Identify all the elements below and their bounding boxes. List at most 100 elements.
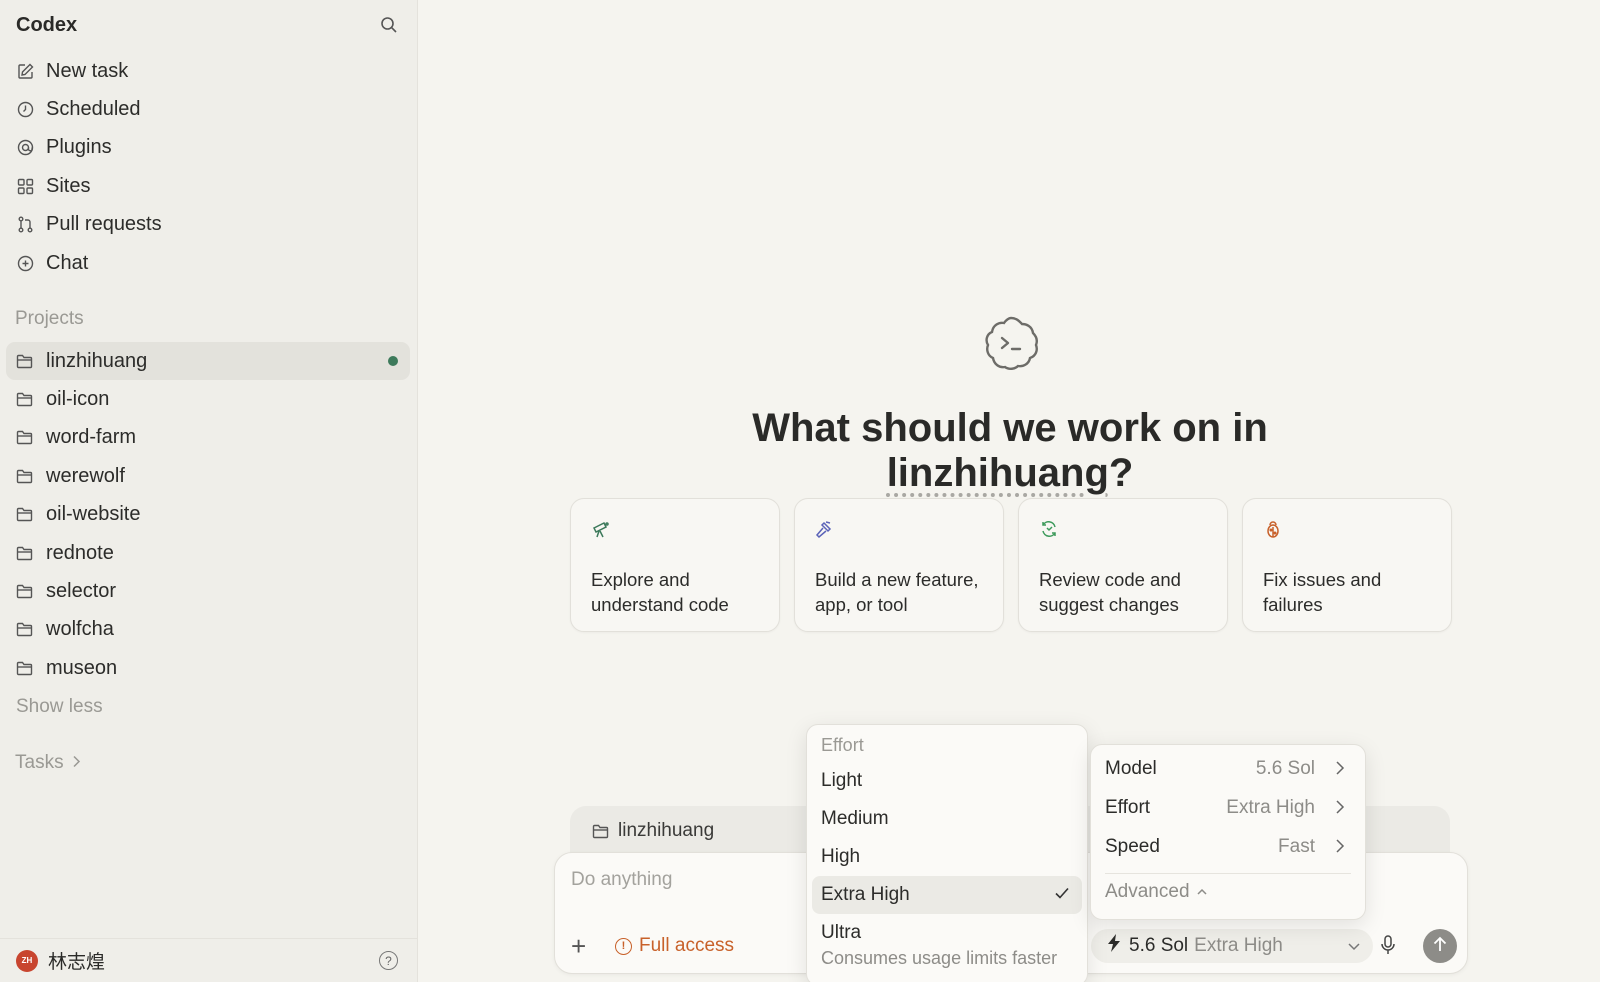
suggestion-card-build[interactable]: Build a new feature, app, or tool <box>794 498 1004 632</box>
model-settings-menu: Model 5.6 Sol Effort Extra High Speed Fa… <box>1090 744 1366 920</box>
username[interactable]: 林志煌 <box>48 947 105 974</box>
menu-divider <box>1105 873 1351 874</box>
row-value: Extra High <box>1226 797 1315 818</box>
row-value: Fast <box>1278 836 1315 857</box>
advanced-toggle[interactable]: Advanced <box>1105 881 1208 903</box>
clock-icon <box>16 101 34 119</box>
projects-list: linzhihuang oil-icon word-farm werewolf … <box>6 342 410 688</box>
effort-option-medium[interactable]: Medium <box>812 800 1082 838</box>
project-item[interactable]: selector <box>6 572 410 610</box>
prompt-input[interactable]: Do anything <box>571 869 672 891</box>
pull-request-icon <box>16 216 34 234</box>
chevron-right-icon <box>1335 760 1345 782</box>
headline-project-link[interactable]: linzhihuang <box>887 451 1109 495</box>
nav-scheduled[interactable]: Scheduled <box>8 90 410 128</box>
effort-option-high[interactable]: High <box>812 838 1082 876</box>
project-item[interactable]: linzhihuang <box>6 342 410 381</box>
effort-name: Extra High <box>1194 935 1283 956</box>
access-mode-button[interactable]: ! Full access <box>615 935 734 957</box>
option-label: Extra High <box>821 884 910 905</box>
card-label: Build a new feature, app, or tool <box>815 569 979 615</box>
folder-icon <box>16 506 34 524</box>
settings-row-speed[interactable]: Speed Fast <box>1105 832 1351 862</box>
project-label: oil-icon <box>46 388 110 411</box>
row-label: Model <box>1105 758 1157 779</box>
app-title: Codex <box>16 13 78 36</box>
project-item[interactable]: wolfcha <box>6 611 410 649</box>
tasks-label: Tasks <box>15 752 64 773</box>
at-icon <box>16 139 34 157</box>
effort-option-ultra[interactable]: Ultra Consumes usage limits faster <box>812 917 1082 973</box>
nav-label: New task <box>46 59 129 82</box>
nav-pull-requests[interactable]: Pull requests <box>8 206 410 244</box>
codex-logo-icon <box>980 312 1042 374</box>
chevron-right-icon <box>1335 799 1345 821</box>
row-label: Speed <box>1105 836 1160 857</box>
row-label: Effort <box>1105 797 1151 818</box>
bug-icon <box>1263 521 1283 543</box>
folder-icon <box>16 659 34 677</box>
user-footer: ZH 林志煌 ? <box>0 938 418 982</box>
project-label: word-farm <box>46 426 137 449</box>
nav-plugins[interactable]: Plugins <box>8 129 410 167</box>
project-label: oil-website <box>46 503 141 526</box>
row-value: 5.6 Sol <box>1255 758 1315 779</box>
project-item[interactable]: werewolf <box>6 457 410 495</box>
suggestion-card-explore[interactable]: Explore and understand code <box>570 498 780 632</box>
project-item[interactable]: oil-icon <box>6 380 410 418</box>
advanced-label: Advanced <box>1105 881 1190 902</box>
folder-icon <box>592 824 609 839</box>
option-label: Medium <box>821 808 889 829</box>
nav-chat[interactable]: Chat <box>8 244 410 282</box>
project-item[interactable]: museon <box>6 649 410 687</box>
microphone-icon[interactable] <box>1381 935 1395 960</box>
avatar[interactable]: ZH <box>16 949 38 972</box>
nav-label: Pull requests <box>46 213 162 236</box>
help-icon[interactable]: ? <box>379 951 398 970</box>
active-status-dot <box>388 356 398 366</box>
suggestion-card-fix[interactable]: Fix issues and failures <box>1242 498 1452 632</box>
project-item[interactable]: oil-website <box>6 496 410 534</box>
chevron-up-icon <box>1196 881 1208 903</box>
model-name: 5.6 Sol <box>1129 935 1189 956</box>
show-less-link[interactable]: Show less <box>16 696 103 718</box>
search-icon[interactable] <box>377 13 401 37</box>
project-label: linzhihuang <box>46 349 148 372</box>
telescope-icon <box>591 521 611 543</box>
nav-sites[interactable]: Sites <box>8 167 410 205</box>
nav-label: Chat <box>46 251 89 274</box>
settings-row-model[interactable]: Model 5.6 Sol <box>1105 754 1351 784</box>
nav-new-task[interactable]: New task <box>8 52 410 90</box>
effort-menu-title: Effort <box>821 735 864 755</box>
main-nav: New task Scheduled Plugins Sites Pull re… <box>8 52 410 282</box>
suggestion-cards: Explore and understand code Build a new … <box>570 498 1452 632</box>
model-selector[interactable]: 5.6 Sol Extra High <box>1091 929 1373 963</box>
nav-label: Plugins <box>46 136 112 159</box>
arrow-up-icon <box>1433 936 1447 957</box>
add-attachment-button[interactable]: + <box>571 933 586 959</box>
project-item[interactable]: word-farm <box>6 419 410 457</box>
hammer-icon <box>815 521 835 543</box>
project-item[interactable]: rednote <box>6 534 410 572</box>
suggestion-card-review[interactable]: Review code and suggest changes <box>1018 498 1228 632</box>
send-button[interactable] <box>1423 929 1457 963</box>
effort-option-light[interactable]: Light <box>812 762 1082 800</box>
settings-row-effort[interactable]: Effort Extra High <box>1105 793 1351 823</box>
project-label: wolfcha <box>46 618 114 641</box>
effort-menu: Effort Light Medium High Extra High Ultr… <box>806 724 1088 982</box>
card-label: Fix issues and failures <box>1263 569 1382 615</box>
composer-project-label: linzhihuang <box>592 820 714 842</box>
composer-project-name: linzhihuang <box>618 820 715 841</box>
folder-icon <box>16 352 34 370</box>
refresh-code-icon <box>1039 521 1059 543</box>
option-label: Light <box>821 770 863 791</box>
edit-icon <box>16 62 34 80</box>
project-label: rednote <box>46 541 114 564</box>
headline-suffix: ? <box>1108 451 1134 495</box>
projects-heading: Projects <box>15 308 84 329</box>
option-label: Ultra <box>821 921 862 943</box>
headline-prefix: What should we work on in <box>752 406 1268 450</box>
tasks-section-toggle[interactable]: Tasks <box>15 752 81 774</box>
project-label: werewolf <box>46 464 125 487</box>
effort-option-extra-high[interactable]: Extra High <box>812 876 1082 914</box>
